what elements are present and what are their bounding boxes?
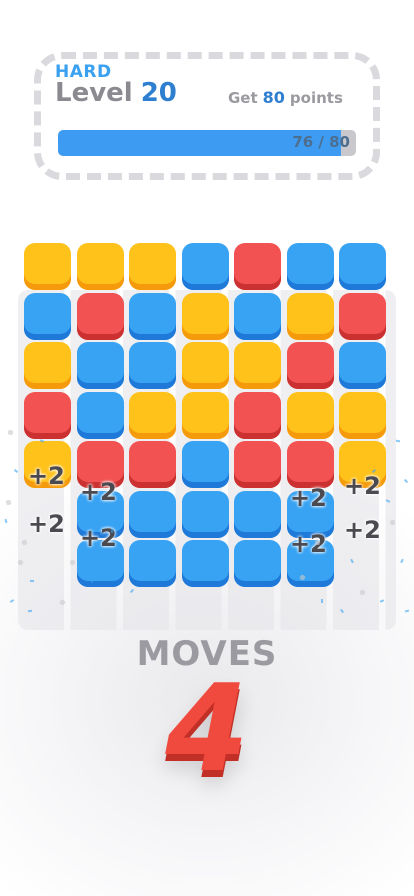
confetti-particle bbox=[29, 579, 35, 583]
level-word: Level bbox=[55, 78, 133, 108]
score-popup: +2 bbox=[290, 484, 327, 512]
score-popup: +2 bbox=[28, 462, 65, 490]
tile-blue[interactable] bbox=[129, 292, 176, 340]
tile-blue[interactable] bbox=[181, 441, 229, 488]
level-number: 20 bbox=[140, 78, 177, 108]
tile-red[interactable] bbox=[76, 292, 124, 340]
tile-blue[interactable] bbox=[24, 292, 71, 340]
tile-yellow[interactable] bbox=[24, 342, 71, 389]
tile-red[interactable] bbox=[286, 342, 334, 389]
tile-blue[interactable] bbox=[339, 243, 386, 290]
score-popup: +2 bbox=[344, 472, 381, 500]
confetti-particle bbox=[389, 519, 396, 526]
score-popup: +2 bbox=[28, 510, 65, 538]
tile-yellow[interactable] bbox=[181, 391, 229, 439]
goal-prefix: Get bbox=[228, 89, 258, 107]
confetti-particle bbox=[395, 439, 401, 443]
tile-blue[interactable] bbox=[234, 540, 281, 587]
goal-suffix: points bbox=[289, 89, 343, 107]
tile-red[interactable] bbox=[286, 441, 334, 488]
tile-blue[interactable] bbox=[76, 342, 124, 389]
tile-red[interactable] bbox=[129, 441, 176, 488]
tile-red[interactable] bbox=[24, 391, 71, 439]
tile-yellow[interactable] bbox=[234, 342, 281, 389]
game-board[interactable] bbox=[24, 243, 392, 623]
moves-count: 4 bbox=[165, 660, 249, 799]
tile-blue[interactable] bbox=[234, 292, 281, 340]
score-popup: +2 bbox=[80, 478, 117, 506]
tile-blue[interactable] bbox=[76, 391, 124, 439]
tile-yellow[interactable] bbox=[76, 243, 124, 290]
tile-blue[interactable] bbox=[181, 540, 229, 587]
goal-points: 80 bbox=[262, 88, 285, 107]
score-popup: +2 bbox=[344, 516, 381, 544]
tile-yellow[interactable] bbox=[129, 391, 176, 439]
progress-bar: 76 / 80 bbox=[58, 130, 356, 156]
confetti-particle bbox=[320, 598, 324, 604]
goal-text: Get 80 points bbox=[228, 88, 348, 107]
tile-blue[interactable] bbox=[181, 490, 229, 538]
tile-blue[interactable] bbox=[339, 342, 386, 389]
tile-blue[interactable] bbox=[129, 490, 176, 538]
tile-red[interactable] bbox=[234, 243, 281, 290]
tile-yellow[interactable] bbox=[24, 243, 71, 290]
level-title: Level 20 bbox=[55, 78, 177, 108]
confetti-particle bbox=[110, 528, 114, 534]
tile-red[interactable] bbox=[234, 391, 281, 439]
confetti-particle bbox=[8, 430, 13, 435]
tile-yellow[interactable] bbox=[181, 292, 229, 340]
tile-blue[interactable] bbox=[234, 490, 281, 538]
tile-yellow[interactable] bbox=[129, 243, 176, 290]
tile-red[interactable] bbox=[339, 292, 386, 340]
tile-yellow[interactable] bbox=[286, 391, 334, 439]
tile-yellow[interactable] bbox=[286, 292, 334, 340]
score-popup: +2 bbox=[290, 530, 327, 558]
tile-blue[interactable] bbox=[129, 342, 176, 389]
tile-blue[interactable] bbox=[286, 243, 334, 290]
tile-blue[interactable] bbox=[181, 243, 229, 290]
progress-text: 76 / 80 bbox=[292, 133, 350, 151]
tile-red[interactable] bbox=[234, 441, 281, 488]
tile-yellow[interactable] bbox=[339, 391, 386, 439]
tile-blue[interactable] bbox=[129, 540, 176, 587]
tile-yellow[interactable] bbox=[181, 342, 229, 389]
